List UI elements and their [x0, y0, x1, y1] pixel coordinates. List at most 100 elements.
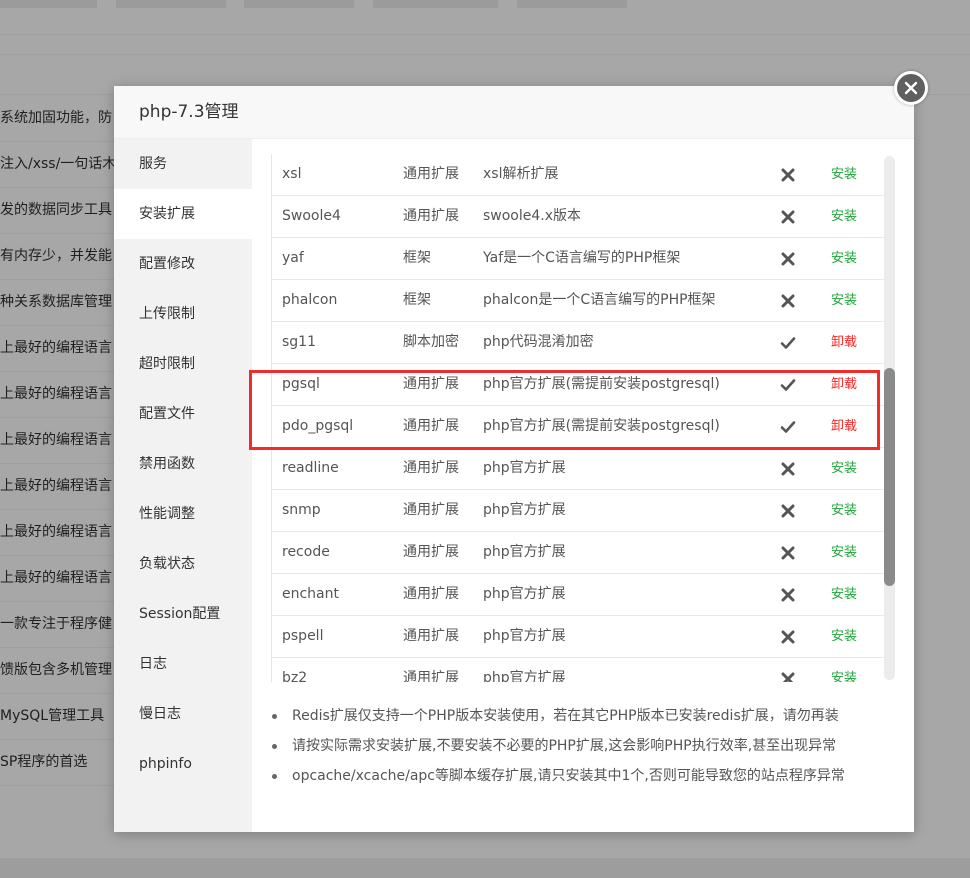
extension-row: pdo_pgsql 通用扩展 php官方扩展(需提前安装postgresql) 卸载 [272, 406, 884, 448]
sidebar-item[interactable]: 日志 [114, 639, 252, 689]
sidebar-item-label: 日志 [139, 656, 167, 672]
note-text: 请按实际需求安装扩展,不要安装不必要的PHP扩展,这会影响PHP执行效率,甚至出… [292, 738, 837, 754]
note-text: opcache/xcache/apc等脚本缓存扩展,请只安装其中1个,否则可能导… [292, 768, 845, 784]
extension-row: yaf 框架 Yaf是一个C语言编写的PHP框架 安装 [272, 238, 884, 280]
extension-name: pdo_pgsql [282, 418, 354, 434]
install-button[interactable]: 安装 [831, 658, 857, 682]
note-text: Redis扩展仅支持一个PHP版本安装使用，若在其它PHP版本已安装redis扩… [292, 708, 839, 724]
background-row: 上最好的编程语言 [0, 325, 130, 372]
sidebar-item-label: 配置文件 [139, 406, 195, 422]
modal-header: php-7.3管理 [114, 86, 914, 139]
background-tab [116, 0, 226, 8]
extension-row: snmp 通用扩展 php官方扩展 安装 [272, 490, 884, 532]
extension-name: bz2 [282, 670, 308, 682]
php-manage-modal: php-7.3管理 服务安装扩展配置修改上传限制超时限制配置文件禁用函数性能调整… [114, 86, 914, 832]
install-button[interactable]: 安装 [831, 574, 857, 615]
sidebar-item-label: 慢日志 [139, 706, 181, 722]
sidebar-item-label: 配置修改 [139, 256, 195, 272]
extension-description: Yaf是一个C语言编写的PHP框架 [483, 250, 681, 266]
background-row: 注入/xss/一句话木 [0, 141, 130, 188]
extension-row: Swoole4 通用扩展 swoole4.x版本 安装 [272, 196, 884, 238]
extension-description: php官方扩展(需提前安装postgresql) [483, 418, 720, 434]
background-tab [244, 0, 354, 8]
note-item: opcache/xcache/apc等脚本缓存扩展,请只安装其中1个,否则可能导… [269, 764, 899, 794]
cross-icon [781, 546, 795, 560]
uninstall-button[interactable]: 卸载 [831, 322, 857, 363]
extension-type: 通用扩展 [403, 502, 459, 518]
sidebar-item[interactable]: phpinfo [114, 739, 252, 789]
sidebar-item[interactable]: 超时限制 [114, 339, 252, 389]
install-button[interactable]: 安装 [831, 238, 857, 279]
background-row: 上最好的编程语言 [0, 463, 130, 510]
cross-icon [781, 252, 795, 266]
sidebar-item-label: 安装扩展 [139, 206, 195, 222]
extension-row: xsl 通用扩展 xsl解析扩展 安装 [272, 154, 884, 196]
extension-name: pgsql [282, 376, 320, 392]
extension-name: Swoole4 [282, 208, 341, 224]
check-icon [780, 379, 796, 391]
bullet-icon [272, 774, 277, 779]
cross-icon [781, 462, 795, 476]
extension-description: php官方扩展 [483, 544, 566, 560]
close-icon [904, 81, 918, 95]
extension-row: bz2 通用扩展 php官方扩展 安装 [272, 658, 884, 682]
extension-name: enchant [282, 586, 339, 602]
extension-type: 通用扩展 [403, 418, 459, 434]
background-row: 一款专注于程序健 [0, 601, 130, 648]
install-button[interactable]: 安装 [831, 280, 857, 321]
extension-description: phalcon是一个C语言编写的PHP框架 [483, 292, 716, 308]
cross-icon [781, 630, 795, 644]
sidebar-item[interactable]: 上传限制 [114, 289, 252, 339]
install-button[interactable]: 安装 [831, 616, 857, 657]
sidebar-item[interactable]: 负载状态 [114, 539, 252, 589]
install-button[interactable]: 安装 [831, 532, 857, 573]
sidebar-item[interactable]: 服务 [114, 139, 252, 189]
extension-row: readline 通用扩展 php官方扩展 安装 [272, 448, 884, 490]
sidebar-item[interactable]: Session配置 [114, 589, 252, 639]
cross-icon [781, 168, 795, 182]
extension-description: php官方扩展 [483, 670, 566, 682]
sidebar-item[interactable]: 安装扩展 [114, 189, 252, 239]
sidebar-item[interactable]: 配置修改 [114, 239, 252, 289]
background-row: 系统加固功能，防 [0, 95, 130, 142]
sidebar-item[interactable]: 配置文件 [114, 389, 252, 439]
background-row: 发的数据同步工具 [0, 187, 130, 234]
background-divider [0, 34, 970, 35]
background-row: 上最好的编程语言 [0, 509, 130, 556]
extension-description: php代码混淆加密 [483, 334, 594, 350]
cross-icon [781, 672, 795, 682]
extension-description: php官方扩展 [483, 628, 566, 644]
cross-icon [781, 588, 795, 602]
background-row: MySQL管理工具 [0, 693, 130, 740]
extension-name: xsl [282, 166, 302, 182]
install-button[interactable]: 安装 [831, 490, 857, 531]
uninstall-button[interactable]: 卸载 [831, 406, 857, 447]
background-row: SP程序的首选 [0, 739, 130, 786]
note-item: 请按实际需求安装扩展,不要安装不必要的PHP扩展,这会影响PHP执行效率,甚至出… [269, 734, 899, 764]
sidebar-item-label: Session配置 [139, 606, 221, 622]
sidebar-item-label: phpinfo [139, 756, 192, 772]
extension-table-scrollbar[interactable] [884, 156, 895, 680]
sidebar-item-label: 禁用函数 [139, 456, 195, 472]
extension-row: recode 通用扩展 php官方扩展 安装 [272, 532, 884, 574]
install-button[interactable]: 安装 [831, 154, 857, 195]
extension-description: xsl解析扩展 [483, 166, 559, 182]
sidebar-item-label: 性能调整 [139, 506, 195, 522]
sidebar-item[interactable]: 禁用函数 [114, 439, 252, 489]
sidebar-item[interactable]: 性能调整 [114, 489, 252, 539]
uninstall-button[interactable]: 卸载 [831, 364, 857, 405]
extension-type: 脚本加密 [403, 334, 459, 350]
install-button[interactable]: 安装 [831, 448, 857, 489]
extension-name: sg11 [282, 334, 316, 350]
extension-description: php官方扩展 [483, 586, 566, 602]
close-button[interactable] [894, 71, 928, 105]
sidebar-item-label: 超时限制 [139, 356, 195, 372]
background-tab [373, 0, 498, 8]
notes-list: Redis扩展仅支持一个PHP版本安装使用，若在其它PHP版本已安装redis扩… [269, 704, 899, 794]
sidebar-item-label: 负载状态 [139, 556, 195, 572]
install-button[interactable]: 安装 [831, 196, 857, 237]
extension-name: recode [282, 544, 330, 560]
scrollbar-thumb[interactable] [884, 368, 895, 586]
sidebar-item[interactable]: 慢日志 [114, 689, 252, 739]
modal-title: php-7.3管理 [139, 102, 239, 122]
